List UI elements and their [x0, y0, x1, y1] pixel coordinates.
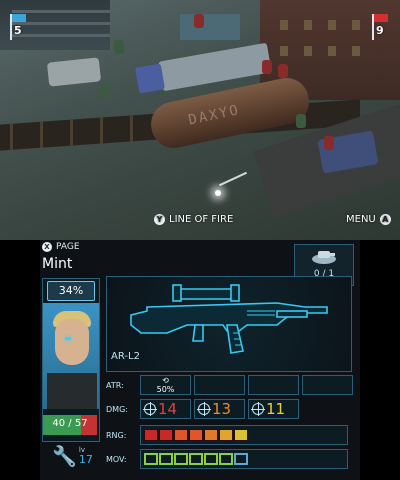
enemy-unit[interactable]	[278, 64, 288, 78]
page-label: PAGE	[56, 242, 80, 252]
stat-row-dmg: DMG: 14 13 11	[106, 398, 302, 420]
atr-slot-empty[interactable]	[248, 375, 299, 395]
stat-row-rng: RNG:	[106, 424, 351, 446]
atr-slot[interactable]: ⟲ 50%	[140, 375, 191, 395]
weapon-panel[interactable]: AR-L2	[106, 276, 352, 372]
street-lamp-arm	[218, 171, 248, 187]
mov-label: MOV:	[106, 454, 127, 464]
stat-row-atr: ATR: ⟲ 50%	[106, 374, 356, 396]
menu-label: MENU	[346, 214, 376, 225]
movement-meter	[140, 449, 348, 469]
movement-cell	[144, 453, 158, 465]
assault-rifle-icon	[130, 284, 328, 354]
atr-label: ATR:	[106, 380, 124, 390]
crosshair-icon	[143, 402, 157, 416]
line-of-fire-label: LINE OF FIRE	[169, 214, 234, 225]
enemy-unit[interactable]	[194, 14, 204, 28]
menu-button[interactable]: MENU A	[346, 214, 391, 225]
stat-row-mov: MOV:	[106, 448, 351, 470]
dmg-value-mid: 13	[212, 399, 232, 418]
red-team-flag-icon: 9	[370, 14, 398, 40]
range-cell	[189, 429, 203, 441]
range-meter	[140, 425, 348, 445]
enemy-unit[interactable]	[324, 136, 334, 150]
unit-portrait	[43, 303, 99, 409]
hp-text: 40 / 57	[52, 418, 88, 429]
blue-team-flag-icon: 5	[8, 14, 36, 40]
jeep[interactable]	[46, 57, 102, 87]
hit-chance-badge: 34%	[47, 281, 95, 301]
dmg-slot-mid: 13	[194, 399, 245, 419]
movement-cell	[189, 453, 203, 465]
unit-name: Mint	[42, 256, 73, 272]
crosshair-icon	[251, 402, 265, 416]
range-cell	[159, 429, 173, 441]
wrench-icon: 🔧	[52, 444, 77, 468]
line-of-fire-button[interactable]: Y LINE OF FIRE	[154, 214, 233, 225]
soldier-unit[interactable]	[100, 84, 110, 98]
range-cell	[219, 429, 233, 441]
weapon-name: AR-L2	[111, 351, 140, 362]
level-value: 17	[78, 453, 93, 466]
refresh-arrow-icon: ⟲ 50%	[156, 376, 175, 394]
page-button[interactable]: X PAGE	[42, 242, 80, 252]
blue-team-count: 5	[14, 24, 22, 37]
tank-car-logo: DAXYO	[187, 102, 242, 129]
movement-cell	[234, 453, 248, 465]
movement-cell	[159, 453, 173, 465]
range-cell	[204, 429, 218, 441]
range-cell	[234, 429, 248, 441]
dmg-slot-far: 11	[248, 399, 299, 419]
range-cell	[144, 429, 158, 441]
dmg-slot-near: 14	[140, 399, 191, 419]
x-button-icon: X	[42, 242, 52, 252]
soldier-unit[interactable]	[296, 114, 306, 128]
soldier-unit[interactable]	[114, 40, 124, 54]
movement-cell	[219, 453, 233, 465]
street-lamp	[215, 190, 221, 196]
crosshair-icon	[197, 402, 211, 416]
movement-cell	[174, 453, 188, 465]
enemy-unit[interactable]	[262, 60, 272, 74]
battlefield-map[interactable]: DAXYO 5 9 Y LINE OF FIRE MENU A	[0, 0, 400, 240]
atr-slot-empty[interactable]	[302, 375, 353, 395]
rng-label: RNG:	[106, 430, 127, 440]
dmg-value-far: 11	[266, 399, 286, 418]
dmg-value-near: 14	[158, 399, 178, 418]
range-cell	[174, 429, 188, 441]
unit-card: 34% 40 / 57	[42, 278, 100, 442]
unit-level: 🔧 lv 17	[52, 446, 93, 466]
movement-cell	[204, 453, 218, 465]
a-button-icon: A	[379, 214, 391, 225]
y-button-icon: Y	[154, 214, 165, 225]
unit-info-panel: X PAGE Mint 34% 40 / 57 🔧 lv 17 0 / 1 AR…	[40, 240, 360, 480]
grenade-icon	[312, 251, 336, 264]
red-team-count: 9	[376, 24, 384, 37]
atr-slot-empty[interactable]	[194, 375, 245, 395]
atr-value: 50%	[156, 385, 175, 394]
building-center	[180, 14, 240, 40]
dmg-label: DMG:	[106, 404, 128, 414]
